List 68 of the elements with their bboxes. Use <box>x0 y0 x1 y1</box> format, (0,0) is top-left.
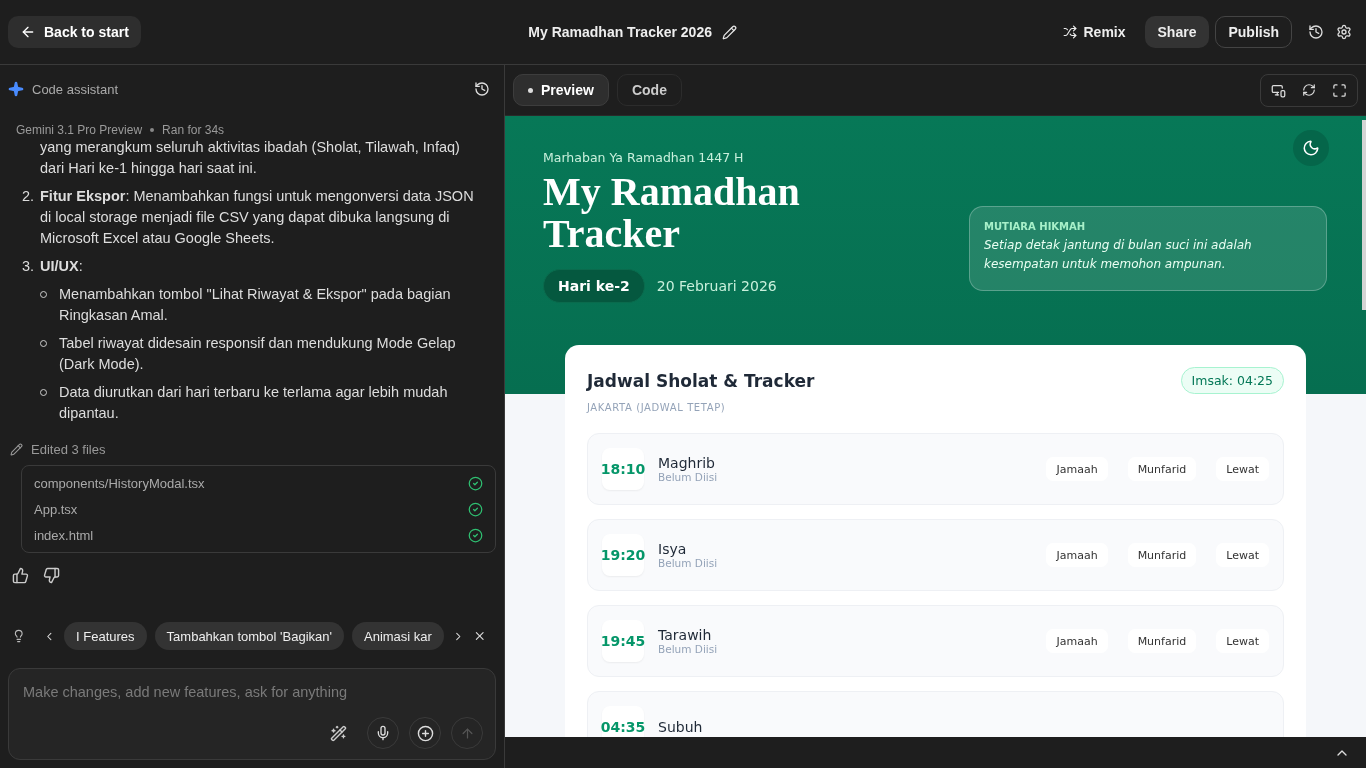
prayer-time: 19:20 <box>602 534 644 576</box>
choice-button[interactable]: Jamaah <box>1046 543 1108 567</box>
suggestion-chip[interactable]: Tambahkan tombol 'Bagikan' <box>154 622 344 650</box>
prayer-status: Belum Diisi <box>658 557 719 569</box>
panel-title: Code assistant <box>32 81 119 97</box>
prayer-name: Isya <box>658 541 688 557</box>
suggestion-chip[interactable]: Animasi kar <box>352 622 444 650</box>
file-name[interactable]: App.tsx <box>34 501 78 517</box>
separator-dot <box>150 128 155 132</box>
choice-button[interactable]: Munfarid <box>1127 543 1197 567</box>
message-text: Menambahkan tombol "Lihat Riwayat & Ekspor" pada bagian Ringkasan Amal. <box>59 285 452 325</box>
prayer-name: Subuh <box>658 719 704 735</box>
view-tab[interactable]: Preview <box>513 74 609 106</box>
list-number: 3. <box>20 257 34 276</box>
thumbs-up-icon[interactable] <box>12 567 29 584</box>
date-text: 20 Februari 2026 <box>656 278 777 294</box>
microphone-icon <box>375 725 391 741</box>
choice-button[interactable]: Lewat <box>1216 457 1269 481</box>
pencil-icon[interactable] <box>721 24 737 40</box>
choice-button[interactable]: Munfarid <box>1127 457 1197 481</box>
app-title: My Ramadhan Tracker <box>543 171 800 255</box>
model-name: Gemini 3.1 Pro Preview <box>16 123 143 137</box>
file-name[interactable]: index.html <box>34 527 94 543</box>
prayer-status: Belum Diisi <box>658 471 719 483</box>
choice-button[interactable]: Jamaah <box>1046 457 1108 481</box>
prayer-time: 04:35 <box>602 706 644 737</box>
choice-button[interactable]: Lewat <box>1216 629 1269 653</box>
share-button[interactable]: Share <box>1144 16 1210 48</box>
location-label: JAKARTA (JADWAL TETAP) <box>587 402 727 413</box>
message-text: yang merangkum seluruh aktivitas ibadah (Sholat, Tilawah, Infaq) dari Hari ke-1 hingga hari saat ini. <box>40 138 461 178</box>
pencil-icon <box>10 443 23 456</box>
prayer-name: Maghrib <box>658 455 716 471</box>
prayer-time: 18:10 <box>602 448 644 490</box>
lightbulb-icon <box>12 628 26 644</box>
message-text: Fitur Ekspor: Menambahkan fungsi untuk mengonversi data JSON di local storage menjadi file CSV yang dapat dibuka langsung di Microsoft Excel atau Google Sheets. <box>40 187 475 248</box>
prayer-time: 19:45 <box>602 620 644 662</box>
card-title: Jadwal Sholat & Tracker <box>587 370 815 391</box>
list-number: 2. <box>20 187 34 206</box>
file-name[interactable]: components/HistoryModal.tsx <box>34 475 205 491</box>
plus-circle-icon <box>416 724 434 742</box>
view-tab[interactable]: Code <box>616 74 682 106</box>
project-title: My Ramadhan Tracker 2026 <box>528 24 712 40</box>
sparkle-icon <box>8 81 24 97</box>
choice-button[interactable]: Jamaah <box>1046 629 1108 653</box>
moon-icon <box>1302 139 1320 157</box>
run-time: Ran for 34s <box>162 123 225 137</box>
choice-button[interactable]: Lewat <box>1216 543 1269 567</box>
day-badge: Hari ke-2 <box>543 269 645 303</box>
prayer-name: Tarawih <box>658 627 713 643</box>
choice-button[interactable]: Munfarid <box>1127 629 1197 653</box>
message-text: Data diurutkan dari hari terbaru ke terlama agar lebih mudah dipantau. <box>59 383 449 422</box>
moon-button[interactable] <box>1293 130 1329 166</box>
thumbs-down-icon[interactable] <box>43 567 60 584</box>
quote-heading: MUTIARA HIKMAH <box>984 221 1087 232</box>
message-text: Tabel riwayat didesain responsif dan mendukung Mode Gelap (Dark Mode). <box>59 334 457 374</box>
edited-label: Edited 3 files <box>31 442 106 457</box>
message-text: UI/UX: <box>40 257 83 276</box>
magic-wand-icon[interactable] <box>330 724 347 742</box>
prompt-input[interactable]: Make changes, add new features, ask for anything <box>21 683 483 701</box>
greeting: Marhaban Ya Ramadhan 1447 H <box>543 150 745 165</box>
remix-button[interactable]: Remix <box>1050 16 1139 48</box>
publish-button[interactable]: Publish <box>1215 16 1292 48</box>
suggestion-chip[interactable]: I Features <box>64 622 147 650</box>
quote-text: Setiap detak jantung di bulan suci ini adalah kesempatan untuk memohon ampunan. <box>984 237 1253 273</box>
back-button[interactable]: Back to start <box>8 16 141 48</box>
shuffle-icon <box>1063 25 1078 39</box>
imsak-badge: Imsak: 04:25 <box>1180 367 1284 394</box>
prayer-status: Belum Diisi <box>658 643 719 655</box>
